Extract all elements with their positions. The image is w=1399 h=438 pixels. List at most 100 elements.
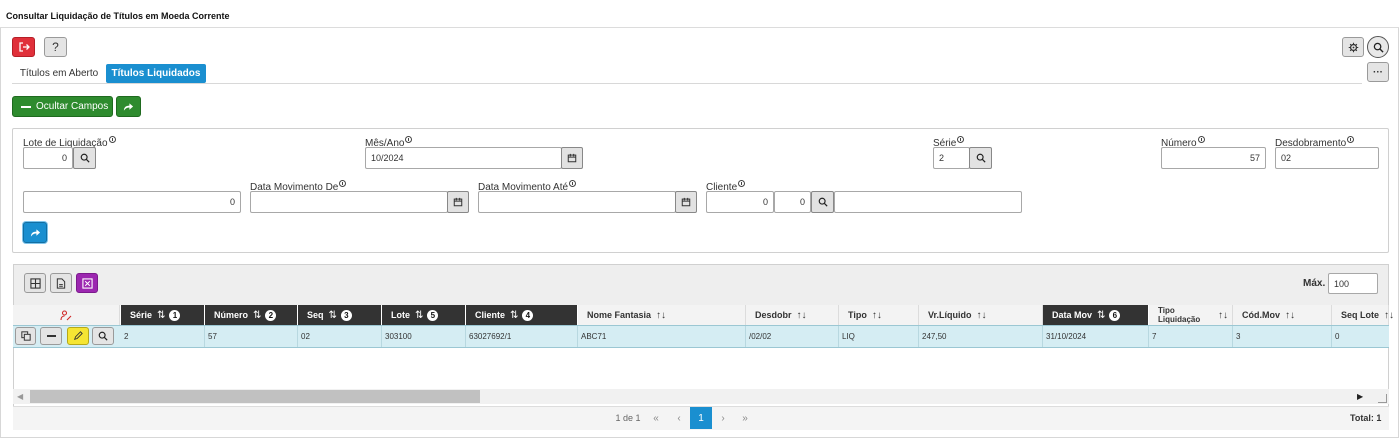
serie-search-button[interactable] <box>969 147 992 169</box>
cell-vr-liquido: 247,50 <box>919 326 1043 347</box>
scrollbar-thumb[interactable] <box>30 390 480 403</box>
data-mov-de-calendar-button[interactable] <box>447 191 469 213</box>
help-button[interactable]: ? <box>44 37 67 57</box>
column-header-data-mov[interactable]: Data Mov ⇅ 6 <box>1043 305 1149 325</box>
data-mov-de-input[interactable] <box>250 191 448 213</box>
mes-ano-calendar-button[interactable] <box>561 147 583 169</box>
desdobramento-input[interactable]: 02 <box>1275 147 1379 169</box>
column-header-tipo[interactable]: Tipo ↑↓ <box>839 305 919 325</box>
cell-tipo: LIQ <box>839 326 919 347</box>
copy-row-button[interactable] <box>15 327 36 345</box>
info-icon <box>957 136 965 143</box>
cliente-search-button[interactable] <box>811 191 834 213</box>
data-mov-ate-calendar-button[interactable] <box>675 191 697 213</box>
info-icon <box>1347 136 1355 143</box>
lote-search-button[interactable] <box>73 147 96 169</box>
hide-fields-label: Ocultar Campos <box>36 101 109 112</box>
search-icon <box>1373 42 1384 53</box>
minus-icon <box>46 335 56 337</box>
info-icon <box>569 180 577 187</box>
info-icon <box>738 180 746 187</box>
column-header-desdobr[interactable]: Desdobr ↑↓ <box>746 305 839 325</box>
hide-fields-button[interactable]: Ocultar Campos <box>12 96 113 117</box>
cell-cliente: 63027692/1 <box>466 326 578 347</box>
share-arrow-icon <box>123 102 134 111</box>
first-page-button[interactable]: « <box>648 408 664 428</box>
title-bar: Consultar Liquidação de Títulos em Moeda… <box>0 0 1399 28</box>
grid-layout-button[interactable] <box>24 273 46 293</box>
page: Consultar Liquidação de Títulos em Moeda… <box>0 0 1399 438</box>
cliente-code-input[interactable]: 0 <box>706 191 774 213</box>
next-page-button[interactable]: › <box>715 408 731 428</box>
column-header-tipo-liquidacao[interactable]: Tipo Liquidação ↑↓ <box>1149 305 1233 325</box>
more-options-button[interactable]: ··· <box>1367 62 1389 82</box>
column-header-nome-fantasia[interactable]: Nome Fantasia ↑↓ <box>578 305 746 325</box>
unlabeled-input[interactable]: 0 <box>23 191 241 213</box>
cell-cod-mov: 3 <box>1233 326 1332 347</box>
info-icon <box>1197 136 1205 143</box>
cell-seq-lote: 0 <box>1335 332 1340 341</box>
share-arrow-icon <box>30 228 40 237</box>
scroll-left-icon[interactable]: ◀ <box>17 392 23 401</box>
scroll-right-icon[interactable]: ▶ <box>1357 392 1363 401</box>
column-header-numero[interactable]: Número ⇅ 2 <box>205 305 298 325</box>
exit-button[interactable] <box>12 37 35 57</box>
search-icon <box>976 153 986 163</box>
row-actions-header <box>13 305 120 325</box>
prev-page-button[interactable]: ‹ <box>671 408 687 428</box>
forward-button[interactable] <box>116 96 141 117</box>
info-icon <box>405 136 413 143</box>
user-edit-icon <box>60 309 72 320</box>
cell-serie: 2 <box>121 326 205 347</box>
max-input[interactable]: 100 <box>1328 273 1378 294</box>
info-icon <box>108 136 116 143</box>
grid-icon <box>29 277 41 289</box>
search-toggle-button[interactable] <box>1367 36 1389 58</box>
export-excel-button[interactable] <box>76 273 98 293</box>
calendar-icon <box>681 197 691 207</box>
tab-titulos-em-aberto[interactable]: Títulos em Aberto <box>14 64 104 83</box>
grid-toolbar <box>14 265 1388 305</box>
settings-button[interactable] <box>1342 37 1364 57</box>
calendar-icon <box>453 197 463 207</box>
cell-data-mov: 31/10/2024 <box>1043 326 1149 347</box>
column-header-serie[interactable]: Série ⇅ 1 <box>121 305 205 325</box>
cell-numero: 57 <box>205 326 298 347</box>
cell-seq: 02 <box>298 326 382 347</box>
column-header-seq-lote[interactable]: Seq Lote ↑↓ <box>1332 305 1394 325</box>
search-icon <box>80 153 90 163</box>
cliente-sub-input[interactable]: 0 <box>774 191 811 213</box>
page-info: 1 de 1 <box>615 413 641 423</box>
view-row-button[interactable] <box>92 327 114 345</box>
max-label: Máx. <box>1303 278 1326 289</box>
column-header-seq[interactable]: Seq ⇅ 3 <box>298 305 382 325</box>
tab-divider <box>12 83 1362 84</box>
current-page-button[interactable]: 1 <box>690 407 712 429</box>
remove-row-button[interactable] <box>40 327 62 345</box>
tab-titulos-liquidados[interactable]: Títulos Liquidados <box>106 64 206 83</box>
lote-input[interactable]: 0 <box>23 147 73 169</box>
data-mov-ate-input[interactable] <box>478 191 676 213</box>
spreadsheet-icon <box>81 277 93 289</box>
serie-input[interactable]: 2 <box>933 147 970 169</box>
search-icon <box>818 197 828 207</box>
export-file-button[interactable] <box>50 273 72 293</box>
window-title: Consultar Liquidação de Títulos em Moeda… <box>6 11 230 21</box>
apply-filters-button[interactable] <box>23 222 47 243</box>
column-header-cliente[interactable]: Cliente ⇅ 4 <box>466 305 578 325</box>
column-header-vr-liquido[interactable]: Vr.Líquido ↑↓ <box>919 305 1043 325</box>
minus-icon <box>21 105 31 108</box>
column-header-lote[interactable]: Lote ⇅ 5 <box>382 305 466 325</box>
cell-nome-fantasia: ABC71 <box>578 326 746 347</box>
cell-lote: 303100 <box>382 326 466 347</box>
search-icon <box>98 331 108 341</box>
mes-ano-input[interactable]: 10/2024 <box>365 147 562 169</box>
last-page-button[interactable]: » <box>737 408 753 428</box>
column-header-cod-mov[interactable]: Cód.Mov ↑↓ <box>1233 305 1332 325</box>
numero-input[interactable]: 57 <box>1161 147 1266 169</box>
edit-row-button[interactable] <box>67 327 89 345</box>
cell-desdobr: /02/02 <box>746 326 839 347</box>
cliente-name-input[interactable] <box>834 191 1022 213</box>
resize-grip-icon[interactable] <box>1378 394 1387 403</box>
info-icon <box>339 180 347 187</box>
